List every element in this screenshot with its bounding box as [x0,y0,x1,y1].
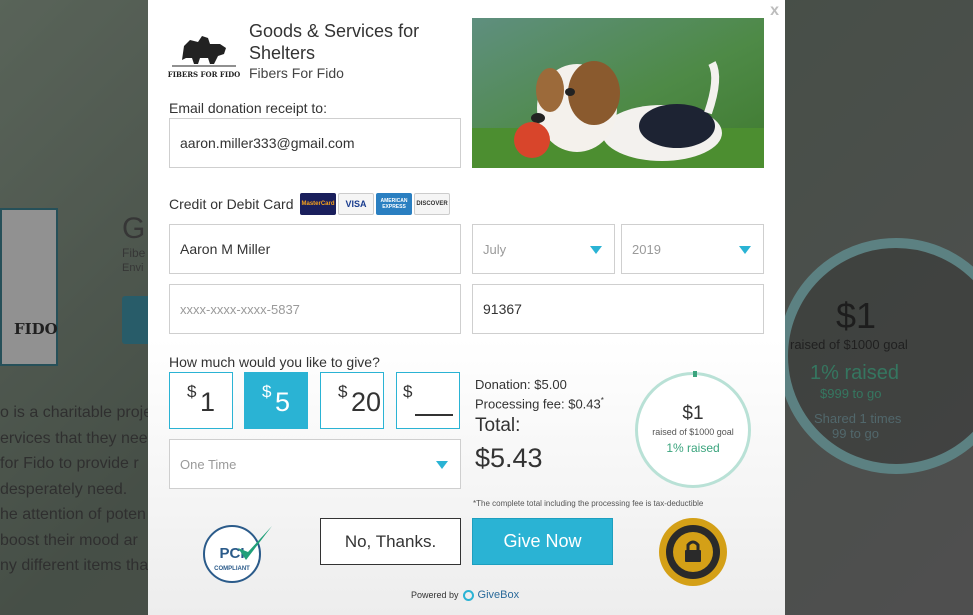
donation-summary: Donation: $5.00 Processing fee: $0.43* T… [475,377,604,474]
pci-compliant-icon: PCI COMPLIANT [203,525,272,583]
org-logo-text: FIBERS FOR FIDO [168,70,240,79]
pci-compliant-text: COMPLIANT [214,566,250,572]
expiry-year-value: 2019 [632,241,661,257]
donation-modal: x FIBERS FOR FIDO Goods & Services for S… [148,0,785,615]
progress-percent: 1% raised [666,441,720,455]
org-logo: FIBERS FOR FIDO [168,36,240,79]
chevron-down-icon [739,246,751,254]
email-label: Email donation receipt to: [169,100,327,116]
card-brands: MasterCard VISA AMERICAN EXPRESS DISCOVE… [300,193,450,215]
org-name: Fibers For Fido [249,65,344,81]
expiry-year-select[interactable]: 2019 [621,224,764,274]
visa-icon: VISA [338,193,374,215]
give-now-button[interactable]: Give Now [472,518,613,565]
expiry-month-select[interactable]: July [472,224,615,274]
card-number-field[interactable]: xxxx-xxxx-xxxx-5837 [169,284,461,334]
tax-note: *The complete total including the proces… [473,499,704,508]
custom-amount-input[interactable]: $ [396,372,460,429]
secure-seal-icon [659,518,727,586]
email-field[interactable]: aaron.miller333@gmail.com [169,118,461,168]
give-amount-label: How much would you like to give? [169,354,380,370]
discover-icon: DISCOVER [414,193,450,215]
amount-option-20[interactable]: $20 [320,372,384,429]
frequency-select[interactable]: One Time [169,439,461,489]
zip-code-field[interactable]: 91367 [472,284,764,334]
total-label: Total: [475,415,521,437]
powered-by: Powered by GiveBox [411,589,520,601]
card-label: Credit or Debit Card [169,196,294,212]
no-thanks-button[interactable]: No, Thanks. [320,518,461,565]
progress-amount: $1 [682,403,704,424]
progress-indicator [693,371,697,377]
total-value: $5.43 [475,443,543,474]
cardholder-name-field[interactable]: Aaron M Miller [169,224,461,274]
org-title: Goods & Services for Shelters [249,21,420,63]
amount-option-5[interactable]: $5 [244,372,308,429]
givebox-icon [462,589,474,601]
progress-ring: $1 raised of $1000 goal 1% raised [635,371,751,488]
frequency-value: One Time [180,456,237,472]
donation-amount-text: Donation: $5.00 [475,377,567,392]
chevron-down-icon [436,461,448,469]
mastercard-icon: MasterCard [300,193,336,215]
progress-goal: raised of $1000 goal [652,427,734,437]
processing-fee-text: Processing fee: $0.43* [475,396,604,412]
amount-option-1[interactable]: $1 [169,372,233,429]
pci-text: PCI [219,545,244,562]
expiry-month-value: July [483,241,507,257]
chevron-down-icon [590,246,602,254]
amex-icon: AMERICAN EXPRESS [376,193,412,215]
dog-photo [472,18,764,168]
givebox-link[interactable]: GiveBox [478,589,520,601]
close-icon[interactable]: x [770,2,779,20]
